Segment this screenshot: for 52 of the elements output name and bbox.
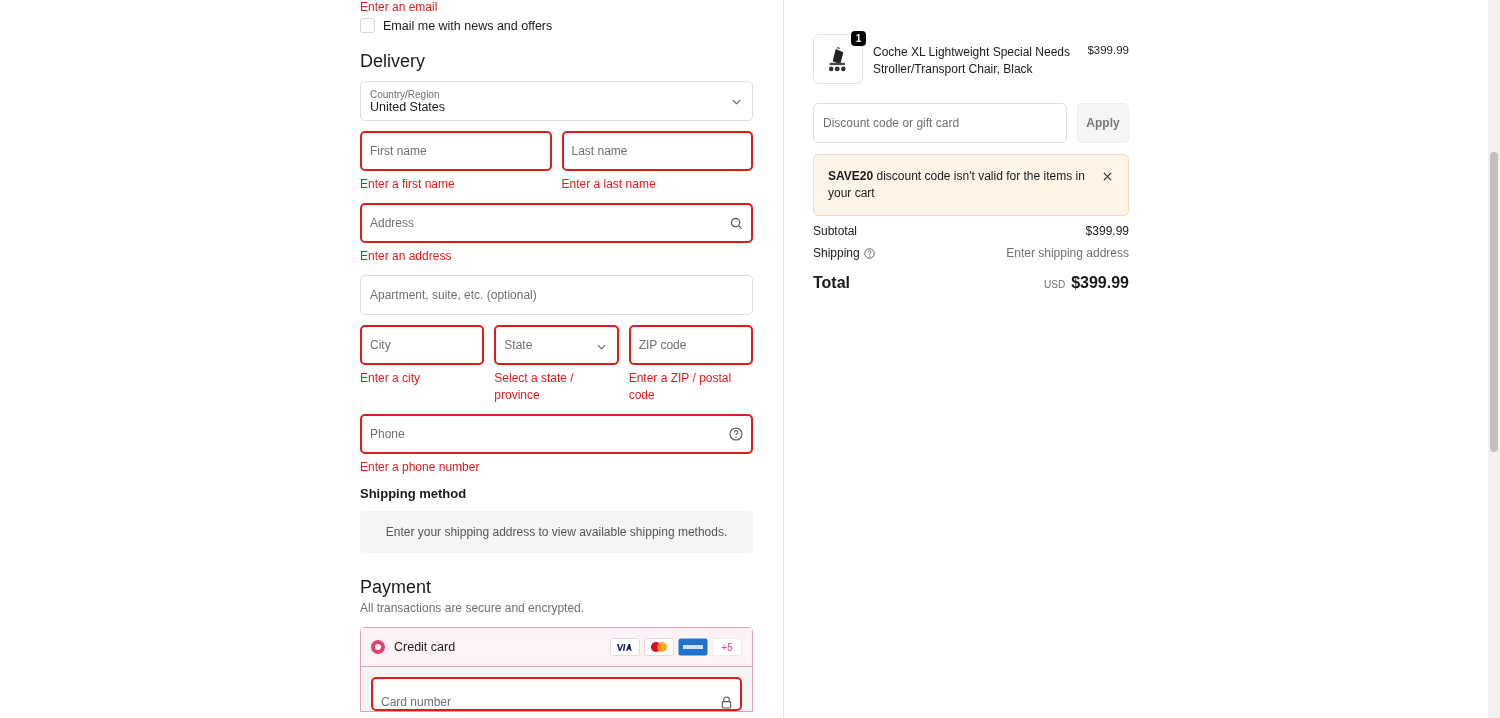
input-field[interactable]: First name bbox=[360, 131, 552, 171]
error-message: Enter a first name bbox=[360, 176, 456, 193]
shipping-label: Shipping bbox=[813, 246, 860, 260]
discount-field[interactable]: Discount code or gift card bbox=[813, 103, 1067, 143]
lock-icon bbox=[721, 696, 732, 709]
section-heading: Payment bbox=[360, 577, 433, 598]
checkbox[interactable] bbox=[360, 18, 375, 33]
state-select[interactable]: State bbox=[494, 325, 619, 365]
error-message: Select a state / province bbox=[494, 370, 575, 404]
subtotal-value: $399.99 bbox=[1085, 224, 1129, 238]
card-number-field[interactable]: Card number bbox=[371, 677, 742, 711]
country-select[interactable]: Country/Region United States bbox=[360, 81, 753, 121]
section-heading: Shipping method bbox=[360, 486, 468, 501]
input-field[interactable]: ZIP code bbox=[628, 325, 753, 365]
alert-message: SAVE20 discount code isn't valid for the items in your cart bbox=[828, 168, 1086, 202]
search-icon[interactable] bbox=[730, 216, 743, 230]
input-field[interactable]: Apartment, suite, etc. (optional) bbox=[360, 275, 753, 315]
input-field[interactable]: City bbox=[360, 325, 485, 365]
section-subtitle: All transactions are secure and encrypted. bbox=[360, 601, 586, 615]
visa-card-icon bbox=[610, 638, 640, 656]
error-message: Enter a ZIP / postal code bbox=[628, 370, 733, 404]
shipping-notice: Enter your shipping address to view available shipping methods. bbox=[360, 511, 753, 553]
currency-code: USD bbox=[1044, 279, 1066, 290]
error-message: Enter a last name bbox=[561, 176, 657, 193]
error-message: Enter a city bbox=[360, 370, 422, 387]
total-value: $399.99 bbox=[1071, 274, 1129, 292]
quantity-badge: 1 bbox=[851, 31, 866, 46]
help-icon[interactable] bbox=[729, 427, 743, 441]
error-message: Enter an email bbox=[360, 0, 439, 14]
scrollbar[interactable] bbox=[1488, 0, 1500, 718]
error-message: Enter an address bbox=[360, 248, 453, 265]
mastercard-icon bbox=[644, 638, 674, 656]
product-price: $399.99 bbox=[1087, 44, 1129, 56]
payment-option[interactable]: Credit card +5 bbox=[361, 628, 752, 667]
shipping-value: Enter shipping address bbox=[1006, 246, 1129, 260]
chevron-down-icon[interactable] bbox=[732, 99, 741, 105]
apply-button[interactable]: Apply bbox=[1077, 103, 1129, 143]
input-field[interactable]: Phone bbox=[360, 414, 753, 454]
checkbox-label: Email me with news and offers bbox=[383, 18, 553, 33]
subtotal-label: Subtotal bbox=[813, 224, 858, 238]
error-message: Enter a phone number bbox=[360, 459, 481, 476]
amex-card-icon bbox=[678, 638, 708, 656]
more-cards-badge: +5 bbox=[712, 638, 742, 656]
input-field[interactable]: Last name bbox=[561, 131, 753, 171]
radio-button[interactable] bbox=[371, 640, 385, 654]
product-name: Coche XL Lightweight Special Needs Stroller/Transport Chair, Black bbox=[873, 44, 1071, 78]
close-icon[interactable] bbox=[1103, 172, 1112, 181]
total-label: Total bbox=[813, 274, 851, 292]
help-icon[interactable] bbox=[863, 247, 875, 259]
section-heading: Delivery bbox=[360, 51, 426, 72]
chevron-down-icon[interactable] bbox=[596, 344, 606, 350]
input-field[interactable]: Address bbox=[360, 203, 753, 243]
